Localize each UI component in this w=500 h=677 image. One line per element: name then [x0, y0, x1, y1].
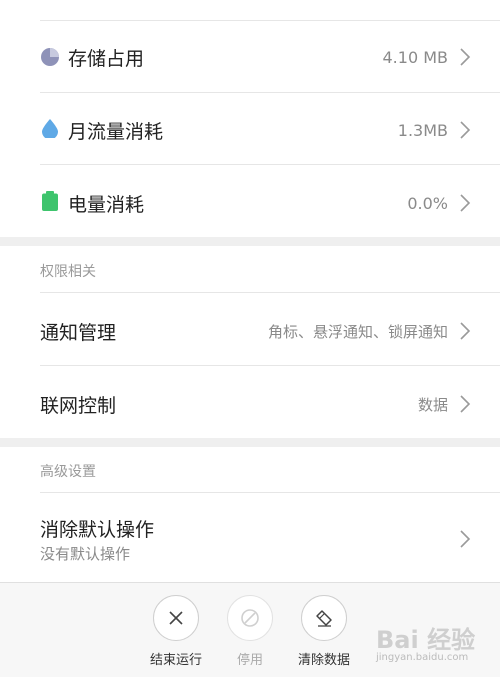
- default-action-subtext: 没有默认操作: [40, 545, 131, 563]
- chevron-right-icon: [460, 530, 471, 548]
- network-label: 联网控制: [40, 395, 117, 417]
- traffic-row[interactable]: 月流量消耗 1.3MB: [40, 92, 500, 164]
- stop-button[interactable]: 结束运行: [141, 595, 211, 668]
- default-action-row[interactable]: 消除默认操作 没有默认操作: [40, 492, 500, 582]
- stop-button-label: 结束运行: [149, 653, 202, 668]
- disable-button-label: 停用: [236, 653, 263, 668]
- traffic-label: 月流量消耗: [68, 121, 164, 143]
- battery-value: 0.0%: [407, 194, 448, 213]
- disable-icon: [241, 609, 259, 627]
- storage-value: 4.10 MB: [382, 48, 449, 67]
- section-divider: [0, 438, 500, 447]
- notification-label: 通知管理: [40, 322, 117, 344]
- watermark-url: jingyan.baidu.com: [376, 652, 469, 663]
- chevron-right-icon: [460, 322, 471, 340]
- network-row[interactable]: 联网控制 数据: [40, 365, 500, 438]
- notification-row[interactable]: 通知管理 角标、悬浮通知、锁屏通知: [40, 292, 500, 365]
- permissions-section-title: 权限相关: [40, 264, 96, 280]
- chevron-right-icon: [460, 48, 471, 66]
- storage-row[interactable]: 存储占用 4.10 MB: [40, 20, 500, 92]
- storage-label: 存储占用: [68, 48, 145, 70]
- watermark-logo-text: Bai 经验: [376, 626, 476, 654]
- battery-label: 电量消耗: [68, 194, 145, 216]
- chevron-right-icon: [460, 194, 471, 212]
- clear-data-button-circle[interactable]: [301, 595, 347, 641]
- clear-data-button[interactable]: 清除数据: [289, 595, 359, 668]
- stop-button-circle[interactable]: [153, 595, 199, 641]
- network-value: 数据: [417, 396, 448, 414]
- default-action-label: 消除默认操作: [40, 519, 155, 541]
- disable-button[interactable]: 停用: [215, 595, 285, 668]
- clear-data-button-label: 清除数据: [297, 653, 350, 668]
- water-drop-icon: [42, 119, 58, 138]
- section-divider: [0, 237, 500, 246]
- notification-value: 角标、悬浮通知、锁屏通知: [267, 323, 448, 341]
- disable-button-circle[interactable]: [227, 595, 273, 641]
- battery-icon: [42, 191, 58, 211]
- eraser-icon: [316, 610, 332, 627]
- pie-chart-icon: [41, 48, 59, 66]
- baidu-jingyan-watermark: Bai 经验 jingyan.baidu.com: [376, 620, 486, 672]
- close-icon: [169, 611, 183, 625]
- battery-row[interactable]: 电量消耗 0.0%: [40, 164, 500, 237]
- chevron-right-icon: [460, 121, 471, 139]
- chevron-right-icon: [460, 395, 471, 413]
- advanced-section-title: 高级设置: [40, 464, 96, 480]
- traffic-value: 1.3MB: [397, 121, 448, 140]
